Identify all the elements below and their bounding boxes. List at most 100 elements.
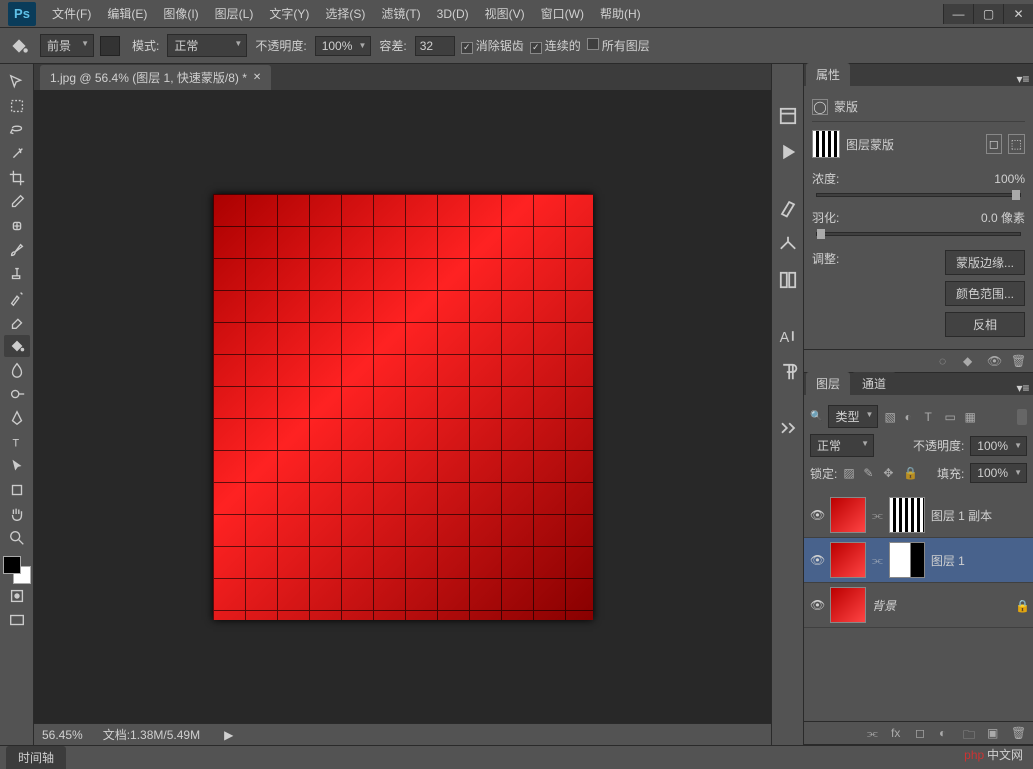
add-mask-icon[interactable]: ◻ (915, 726, 929, 740)
layers-tab[interactable]: 图层 (806, 372, 850, 395)
link-layers-icon[interactable]: ⫘ (867, 726, 881, 740)
color-range-button[interactable]: 颜色范围... (945, 281, 1025, 306)
visibility-toggle[interactable]: 👁 (810, 598, 824, 612)
minimize-button[interactable]: — (943, 4, 973, 24)
timeline-tab[interactable]: 时间轴 (6, 746, 66, 769)
zoom-level[interactable]: 56.45% (42, 728, 83, 742)
layer-name[interactable]: 图层 1 (931, 552, 1027, 569)
zoom-tool[interactable] (4, 527, 30, 549)
visibility-toggle[interactable]: 👁 (810, 553, 824, 567)
pen-tool[interactable] (4, 407, 30, 429)
apply-mask-icon[interactable]: ◆ (963, 354, 977, 368)
fill-source-dropdown[interactable]: 前景 (40, 34, 94, 57)
blur-tool[interactable] (4, 359, 30, 381)
menu-select[interactable]: 选择(S) (317, 1, 373, 26)
density-slider[interactable] (816, 193, 1021, 197)
vector-mask-button[interactable]: ⬚ (1008, 134, 1025, 154)
layer-name[interactable]: 图层 1 副本 (931, 507, 1027, 524)
mask-thumbnail[interactable] (889, 542, 925, 578)
blend-mode-dropdown[interactable]: 正常 (810, 434, 874, 457)
quickmask-toggle[interactable] (4, 585, 30, 607)
foreground-color[interactable] (3, 556, 21, 574)
hand-tool[interactable] (4, 503, 30, 525)
dodge-tool[interactable] (4, 383, 30, 405)
paintbucket-icon[interactable] (8, 35, 30, 57)
fill-input[interactable]: 100% (970, 463, 1027, 483)
stamp-tool[interactable] (4, 263, 30, 285)
history-icon[interactable] (776, 104, 800, 128)
antialias-checkbox[interactable]: ✓消除锯齿 (461, 37, 524, 54)
shape-tool[interactable] (4, 479, 30, 501)
screenmode-toggle[interactable] (4, 609, 30, 631)
new-layer-icon[interactable]: ▣ (987, 726, 1001, 740)
feather-slider[interactable] (816, 232, 1021, 236)
layer-filter-type[interactable]: 类型 (828, 405, 878, 428)
eraser-tool[interactable] (4, 311, 30, 333)
brush-tool[interactable] (4, 239, 30, 261)
actions-icon[interactable] (776, 140, 800, 164)
menu-image[interactable]: 图像(I) (155, 1, 206, 26)
character-icon[interactable]: A (776, 324, 800, 348)
close-tab-icon[interactable]: ✕ (253, 72, 261, 83)
close-button[interactable]: ✕ (1003, 4, 1033, 24)
delete-layer-icon[interactable]: 🗑 (1011, 726, 1025, 740)
canvas[interactable] (213, 194, 593, 620)
document-tab[interactable]: 1.jpg @ 56.4% (图层 1, 快速蒙版/8) * ✕ (40, 65, 271, 90)
all-layers-checkbox[interactable]: 所有图层 (587, 37, 650, 54)
tool-presets-icon[interactable] (776, 416, 800, 440)
density-value[interactable]: 100% (994, 172, 1025, 186)
layer-opacity-input[interactable]: 100% (970, 436, 1027, 456)
new-adjustment-icon[interactable]: ◐ (939, 726, 953, 740)
menu-layer[interactable]: 图层(L) (207, 1, 262, 26)
filter-smart-icon[interactable]: ▦ (964, 410, 978, 424)
menu-view[interactable]: 视图(V) (477, 1, 533, 26)
canvas-viewport[interactable] (34, 90, 771, 723)
delete-mask-icon[interactable]: 🗑 (1011, 354, 1025, 368)
filter-type-icon[interactable]: T (924, 410, 938, 424)
layer-row[interactable]: 👁 ⫘ 图层 1 副本 (804, 493, 1033, 538)
mask-edge-button[interactable]: 蒙版边缘... (945, 250, 1025, 275)
menu-window[interactable]: 窗口(W) (533, 1, 592, 26)
pattern-swatch[interactable] (100, 36, 120, 56)
menu-3d[interactable]: 3D(D) (429, 3, 477, 25)
toggle-mask-icon[interactable]: 👁 (987, 354, 1001, 368)
mask-thumbnail[interactable] (889, 497, 925, 533)
layers-panel-menu-icon[interactable]: ▾≡ (1013, 381, 1033, 395)
move-tool[interactable] (4, 71, 30, 93)
crop-tool[interactable] (4, 167, 30, 189)
history-brush-tool[interactable] (4, 287, 30, 309)
mode-dropdown[interactable]: 正常 (167, 34, 247, 57)
menu-filter[interactable]: 滤镜(T) (373, 1, 428, 26)
maximize-button[interactable]: ▢ (973, 4, 1003, 24)
color-swatch[interactable] (3, 556, 31, 584)
panel-menu-icon[interactable]: ▾≡ (1013, 72, 1033, 86)
menu-help[interactable]: 帮助(H) (592, 1, 649, 26)
path-select-tool[interactable] (4, 455, 30, 477)
document-info[interactable]: 文档:1.38M/5.49M (103, 726, 200, 743)
filter-adjust-icon[interactable]: ◐ (904, 410, 918, 424)
lock-trans-icon[interactable]: ▨ (843, 466, 857, 480)
contiguous-checkbox[interactable]: ✓连续的 (530, 37, 581, 54)
healing-tool[interactable] (4, 215, 30, 237)
clone-source-icon[interactable] (776, 232, 800, 256)
type-tool[interactable]: T (4, 431, 30, 453)
layer-thumbnail[interactable] (830, 587, 866, 623)
paintbucket-tool[interactable] (4, 335, 30, 357)
swatches-icon[interactable] (776, 268, 800, 292)
tolerance-input[interactable] (415, 36, 455, 56)
menu-file[interactable]: 文件(F) (44, 1, 99, 26)
filter-toggle[interactable] (1017, 409, 1027, 425)
filter-pixel-icon[interactable]: ▧ (884, 410, 898, 424)
paragraph-icon[interactable] (776, 360, 800, 384)
visibility-toggle[interactable]: 👁 (810, 508, 824, 522)
lasso-tool[interactable] (4, 119, 30, 141)
menu-edit[interactable]: 编辑(E) (99, 1, 155, 26)
layer-thumbnail[interactable] (830, 542, 866, 578)
invert-button[interactable]: 反相 (945, 312, 1025, 337)
layer-row[interactable]: 👁 背景 🔒 (804, 583, 1033, 628)
magic-wand-tool[interactable] (4, 143, 30, 165)
channels-tab[interactable]: 通道 (852, 372, 896, 395)
lock-paint-icon[interactable]: ✎ (863, 466, 877, 480)
layer-fx-icon[interactable]: fx (891, 726, 905, 740)
pixel-mask-button[interactable]: ◻ (986, 134, 1002, 154)
